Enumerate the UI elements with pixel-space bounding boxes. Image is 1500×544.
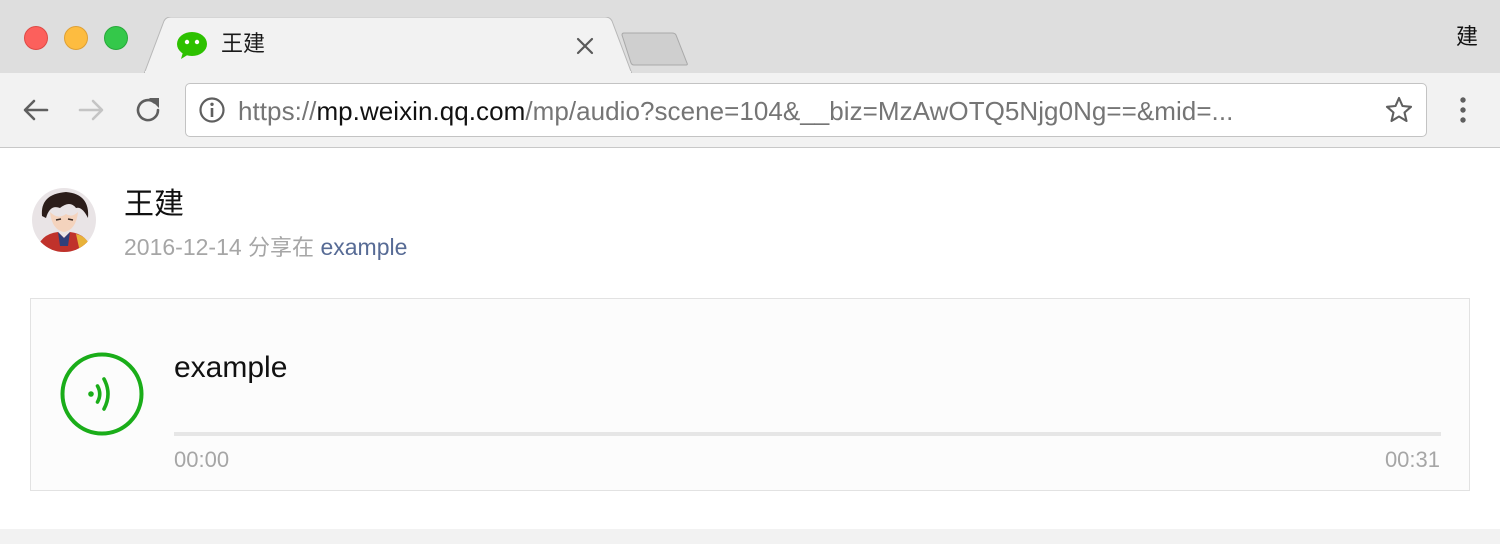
url-scheme: https:// (238, 96, 317, 126)
forward-arrow-icon[interactable] (74, 93, 108, 127)
audio-progress-bar[interactable] (174, 432, 1441, 436)
tab-shape (144, 17, 632, 74)
new-tab-icon[interactable] (620, 32, 690, 66)
author-name[interactable]: 王建 (124, 186, 184, 224)
tab-title: 王建 (221, 32, 266, 57)
post-meta: 2016-12-14 分享在 example (124, 232, 407, 264)
audio-wave-icon[interactable] (60, 352, 144, 436)
wechat-icon (177, 32, 207, 59)
close-window-button[interactable] (24, 26, 48, 50)
address-bar[interactable]: https://mp.weixin.qq.com/mp/audio?scene=… (185, 83, 1427, 137)
browser-toolbar: https://mp.weixin.qq.com/mp/audio?scene=… (0, 73, 1500, 148)
duration: 00:31 (1384, 447, 1440, 472)
shared-in-label: 分享在 (248, 236, 315, 261)
reload-icon[interactable] (131, 93, 165, 127)
audio-player: example 00:00 00:31 (30, 298, 1470, 491)
minimize-window-button[interactable] (64, 26, 88, 50)
current-time: 00:00 (174, 447, 230, 472)
url-path: /mp/audio?scene=104&__biz=MzAwOTQ5Njg0Ng… (525, 96, 1234, 126)
avatar (32, 188, 96, 252)
profile-button[interactable]: 建 (1456, 22, 1478, 54)
url-text[interactable]: https://mp.weixin.qq.com/mp/audio?scene=… (238, 95, 1233, 127)
post-date: 2016-12-14 (124, 234, 242, 260)
zoom-window-button[interactable] (104, 26, 128, 50)
avatar-image (32, 188, 96, 252)
source-link[interactable]: example (320, 234, 407, 260)
active-tab[interactable]: 王建 (144, 17, 632, 74)
more-vertical-icon[interactable] (1452, 91, 1474, 129)
audio-title: example (174, 351, 288, 384)
back-arrow-icon[interactable] (19, 93, 53, 127)
star-icon[interactable] (1384, 95, 1414, 125)
tab-strip: 王建 建 (0, 0, 1500, 74)
info-icon[interactable] (198, 96, 226, 124)
close-icon[interactable] (574, 35, 596, 57)
page-bottom-strip (0, 529, 1500, 544)
url-host: mp.weixin.qq.com (316, 96, 526, 126)
